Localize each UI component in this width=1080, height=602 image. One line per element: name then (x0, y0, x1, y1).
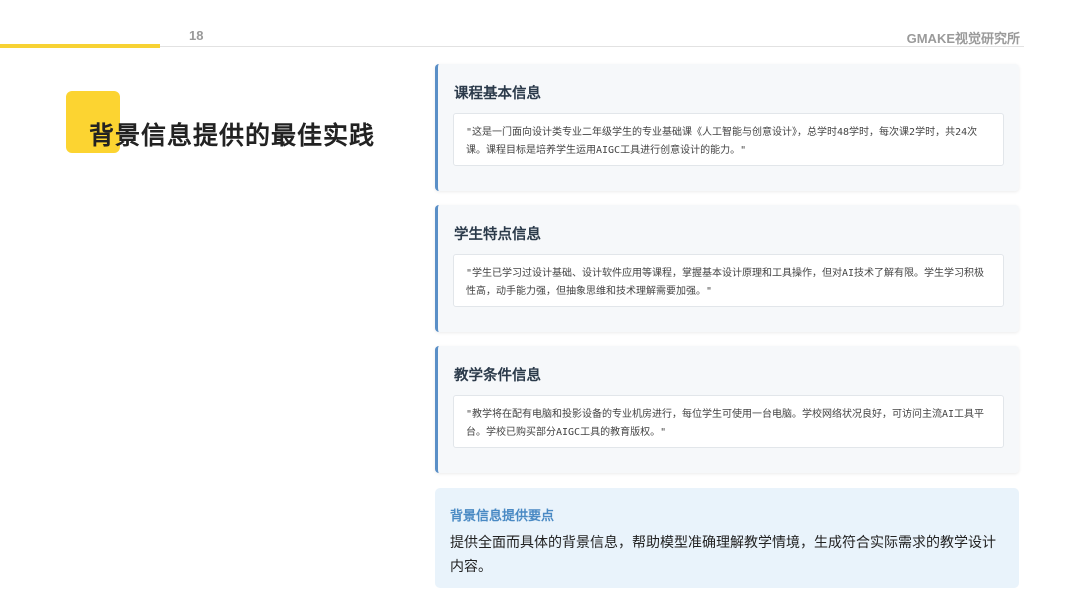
header-accent-bar (0, 44, 160, 48)
card-title: 教学条件信息 (454, 368, 541, 384)
card-title: 课程基本信息 (454, 86, 541, 102)
info-card-course: 课程基本信息 "这是一门面向设计类专业二年级学生的专业基础课《人工智能与创意设计… (435, 64, 1019, 191)
info-card-students: 学生特点信息 "学生已学习过设计基础、设计软件应用等课程，掌握基本设计原理和工具… (435, 205, 1019, 332)
card-quote: "教学将在配有电脑和投影设备的专业机房进行，每位学生可使用一台电脑。学校网络状况… (453, 395, 1004, 448)
tip-title: 背景信息提供要点 (450, 509, 555, 524)
page-number: 18 (189, 28, 204, 43)
card-quote: "学生已学习过设计基础、设计软件应用等课程，掌握基本设计原理和工具操作，但对AI… (453, 254, 1004, 307)
info-card-conditions: 教学条件信息 "教学将在配有电脑和投影设备的专业机房进行，每位学生可使用一台电脑… (435, 346, 1019, 473)
tip-body: 提供全面而具体的背景信息，帮助模型准确理解教学情境，生成符合实际需求的教学设计内… (450, 535, 996, 575)
card-quote: "这是一门面向设计类专业二年级学生的专业基础课《人工智能与创意设计》，总学时48… (453, 113, 1004, 166)
tip-box: 背景信息提供要点 提供全面而具体的背景信息，帮助模型准确理解教学情境，生成符合实… (435, 488, 1019, 588)
card-title: 学生特点信息 (454, 227, 541, 243)
brand-label: GMAKE视觉研究所 (906, 31, 1020, 46)
page-title: 背景信息提供的最佳实践 (89, 121, 376, 150)
